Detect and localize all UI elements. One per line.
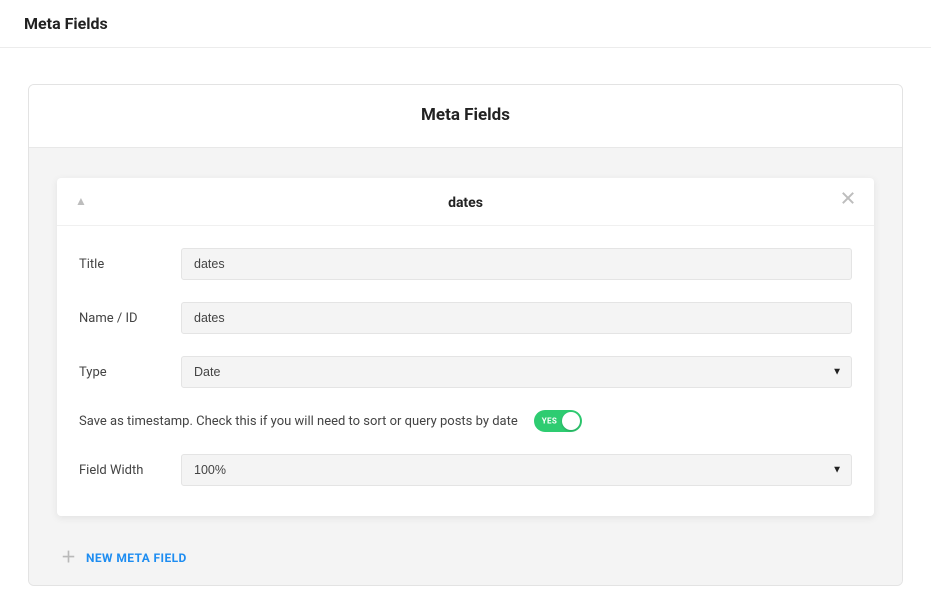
type-select[interactable]: Date	[181, 356, 852, 388]
toggle-knob	[562, 412, 580, 430]
field-width-select[interactable]: 100%	[181, 454, 852, 486]
new-meta-field-button[interactable]: ＋ NEW META FIELD	[57, 550, 874, 565]
panel-title: Meta Fields	[39, 105, 892, 125]
plus-icon: ＋	[61, 550, 76, 565]
page-title: Meta Fields	[24, 14, 907, 33]
panel-body: ▲ dates Title	[29, 148, 902, 585]
page-header: Meta Fields	[0, 0, 931, 48]
name-id-input[interactable]	[181, 302, 852, 334]
panel-header: Meta Fields	[29, 85, 902, 148]
meta-fields-panel: Meta Fields ▲ dates Title	[28, 84, 903, 586]
field-width-label: Field Width	[79, 463, 181, 478]
new-meta-field-label: NEW META FIELD	[86, 551, 187, 565]
field-card-header: ▲ dates	[57, 178, 874, 226]
name-id-label: Name / ID	[79, 311, 181, 326]
toggle-on-label: YES	[542, 417, 557, 426]
field-card-title: dates	[448, 195, 483, 211]
type-label: Type	[79, 365, 181, 380]
field-card: ▲ dates Title	[57, 178, 874, 516]
save-as-timestamp-text: Save as timestamp. Check this if you wil…	[79, 414, 518, 429]
save-as-timestamp-toggle[interactable]: YES	[534, 410, 582, 432]
close-icon[interactable]	[840, 190, 856, 206]
collapse-up-icon[interactable]: ▲	[75, 192, 87, 210]
title-input[interactable]	[181, 248, 852, 280]
title-label: Title	[79, 257, 181, 272]
